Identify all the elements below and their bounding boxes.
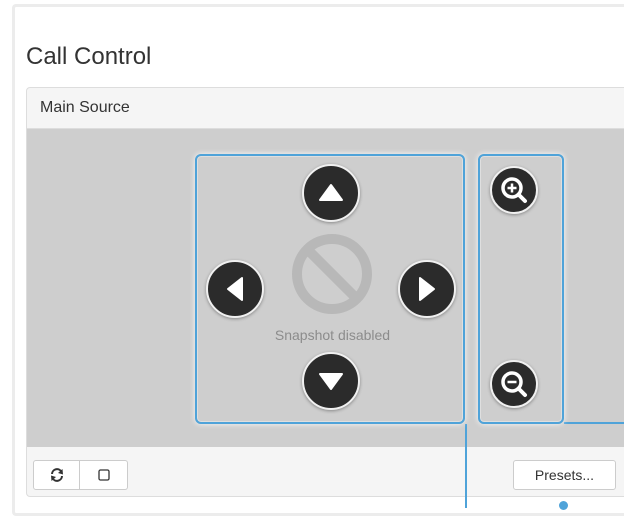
pan-up-button[interactable] xyxy=(302,164,360,222)
zoom-out-button[interactable] xyxy=(490,360,538,408)
triangle-right-icon xyxy=(419,277,435,301)
connector-dot xyxy=(559,501,568,510)
refresh-icon xyxy=(50,468,63,482)
pan-right-button[interactable] xyxy=(398,260,456,318)
square-icon xyxy=(97,469,110,481)
triangle-up-icon xyxy=(319,184,343,201)
triangle-down-icon xyxy=(319,373,343,390)
refresh-button[interactable] xyxy=(33,460,80,490)
zoom-in-button[interactable] xyxy=(490,166,538,214)
page-title: Call Control xyxy=(26,43,152,70)
fullscreen-button[interactable] xyxy=(80,460,128,490)
snapshot-disabled-icon xyxy=(292,234,372,314)
connector-line-pad xyxy=(465,424,467,508)
connector-line-zoom xyxy=(564,422,624,424)
view-button-group xyxy=(33,460,128,490)
pan-down-button[interactable] xyxy=(302,352,360,410)
panel-heading: Main Source xyxy=(27,88,624,129)
panel-heading-label: Main Source xyxy=(40,99,130,116)
triangle-left-icon xyxy=(227,277,243,301)
zoom-in-icon xyxy=(501,177,527,203)
presets-button[interactable]: Presets... xyxy=(513,460,616,490)
snapshot-disabled-text: Snapshot disabled xyxy=(274,327,391,343)
pan-left-button[interactable] xyxy=(206,260,264,318)
zoom-out-icon xyxy=(501,371,527,397)
